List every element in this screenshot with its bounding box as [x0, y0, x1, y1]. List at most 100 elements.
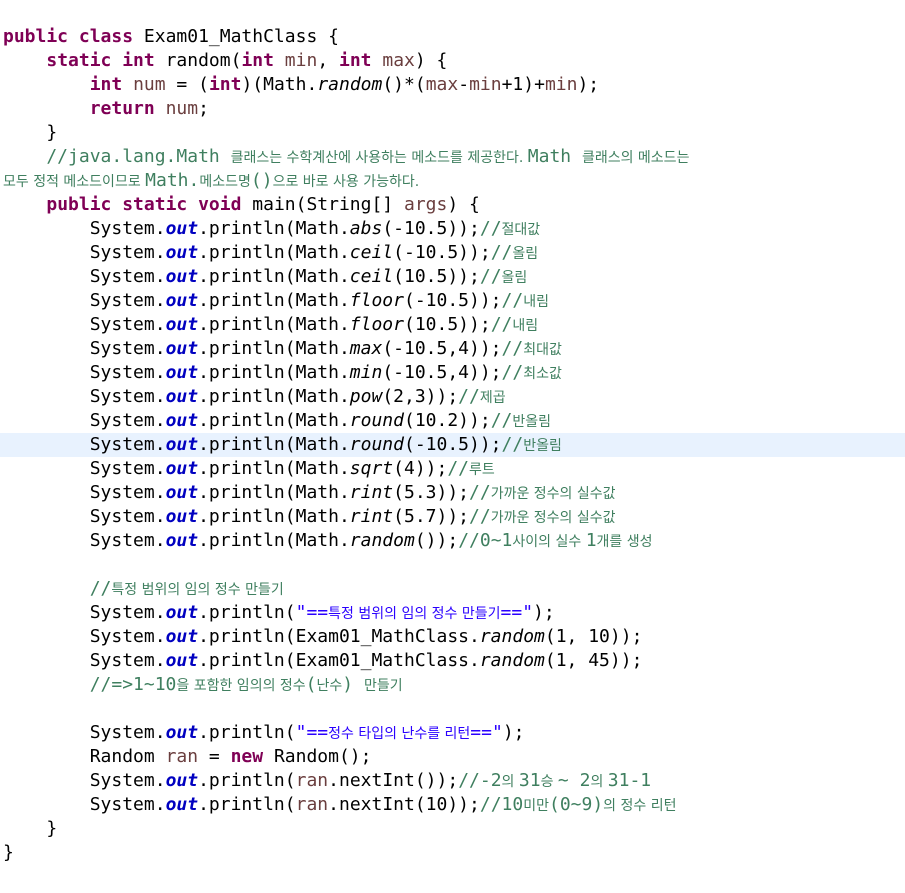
code-token: ran — [165, 746, 199, 767]
code-token: System. — [3, 458, 166, 479]
code-line[interactable]: System.out.println(Math.round(10.2));//반… — [0, 409, 905, 433]
code-token: //java.lang.Math — [3, 146, 231, 167]
code-token: // — [458, 386, 480, 407]
code-token: // — [501, 434, 524, 455]
code-line[interactable]: System.out.println("==정수 타입의 난수를 리턴=="); — [0, 721, 905, 745]
code-token: System. — [3, 410, 166, 431]
code-token: } — [3, 818, 58, 839]
code-line[interactable]: System.out.println(Math.sqrt(4));//루트 — [0, 457, 905, 481]
code-token: 내림 — [512, 318, 539, 334]
code-line[interactable]: int num = (int)(Math.random()*(max-min+1… — [0, 73, 905, 97]
code-token: round — [349, 434, 404, 455]
code-token: rint — [349, 506, 394, 527]
code-line[interactable]: //=>1~10을 포함한 임의의 정수(난수) 만들기 — [0, 673, 905, 697]
code-token: // — [479, 266, 502, 287]
code-token: out — [165, 794, 199, 815]
code-token: 루트 — [469, 462, 495, 478]
code-token: 정수 타입의 난수를 리턴 — [328, 726, 471, 742]
code-token: 특정 범위의 임의 정수 만들기 — [328, 606, 501, 622]
code-token: System. — [3, 218, 166, 239]
code-token: rint — [349, 482, 394, 503]
code-line[interactable]: } — [0, 841, 905, 865]
code-token: out — [165, 314, 199, 335]
code-token: // — [490, 242, 513, 263]
code-token: .println( — [198, 794, 296, 815]
code-line[interactable]: System.out.println(Math.floor(10.5));//내… — [0, 313, 905, 337]
code-token: random — [317, 74, 383, 95]
code-line[interactable]: System.out.println(Exam01_MathClass.rand… — [0, 649, 905, 673]
code-token: Exam01_MathClass { — [143, 26, 339, 47]
code-token: 난수 — [316, 678, 343, 694]
code-token: ceil — [349, 266, 394, 287]
code-line[interactable]: //java.lang.Math 클래스는 수학계산에 사용하는 메소드를 제공… — [0, 145, 905, 169]
code-token: .println(Math. — [198, 266, 350, 287]
code-line[interactable]: //특정 범위의 임의 정수 만들기 — [0, 577, 905, 601]
code-line[interactable]: 모두 정적 메소드이므로 Math.메소드명()으로 바로 사용 가능하다. — [0, 169, 905, 193]
code-line[interactable]: System.out.println(Math.ceil(-10.5));//올… — [0, 241, 905, 265]
code-token: Math. — [145, 170, 200, 191]
code-line[interactable]: } — [0, 817, 905, 841]
code-line[interactable]: System.out.println(Math.rint(5.7));//가까운… — [0, 505, 905, 529]
code-token: num — [165, 98, 199, 119]
code-token: static int — [46, 50, 166, 71]
code-line[interactable]: System.out.println("==특정 범위의 임의 정수 만들기==… — [0, 601, 905, 625]
code-token: .println(Math. — [198, 530, 350, 551]
code-token: int — [241, 50, 285, 71]
code-token: (-10.5,4)); — [382, 362, 502, 383]
code-token: .println(Math. — [198, 314, 350, 335]
code-line[interactable] — [0, 697, 905, 721]
code-line[interactable]: System.out.println(Math.random());//0~1사… — [0, 529, 905, 553]
code-line[interactable]: static int random(int min, int max) { — [0, 49, 905, 73]
code-token: 클래스의 메소드는 — [581, 150, 690, 166]
code-token: pow — [349, 386, 383, 407]
code-token: ) { — [447, 194, 480, 215]
code-line[interactable]: System.out.println(Exam01_MathClass.rand… — [0, 625, 905, 649]
code-line[interactable] — [0, 553, 905, 577]
code-token: System. — [3, 794, 166, 815]
code-token: .println(Math. — [198, 242, 350, 263]
code-token: .println(Math. — [198, 290, 350, 311]
code-token: 내림 — [523, 294, 549, 310]
code-token: 31-1 — [607, 770, 652, 791]
code-token: sqrt — [349, 458, 394, 479]
code-token: min — [469, 74, 502, 95]
code-line[interactable]: System.out.println(Math.max(-10.5,4));//… — [0, 337, 905, 361]
code-line[interactable]: System.out.println(Math.abs(-10.5));//절대… — [0, 217, 905, 241]
code-token: out — [165, 242, 199, 263]
code-line[interactable]: System.out.println(Math.floor(-10.5));//… — [0, 289, 905, 313]
code-token: out — [165, 290, 199, 311]
code-token: (-10.5)); — [382, 218, 480, 239]
code-token: ( — [305, 674, 317, 695]
code-token: int — [89, 74, 134, 95]
code-token: System. — [3, 506, 166, 527]
code-token: System. — [3, 290, 166, 311]
code-token: // — [501, 362, 524, 383]
code-editor[interactable]: public class Exam01_MathClass { static i… — [0, 25, 905, 865]
code-line[interactable]: System.out.println(Math.pow(2,3));//제곱 — [0, 385, 905, 409]
code-line[interactable]: } — [0, 121, 905, 145]
code-line[interactable]: System.out.println(Math.ceil(10.5));//올림 — [0, 265, 905, 289]
code-token: out — [165, 434, 199, 455]
code-line[interactable]: public static void main(String[] args) { — [0, 193, 905, 217]
code-line[interactable]: System.out.println(ran.nextInt(10));//10… — [0, 793, 905, 817]
code-token: (5.7)); — [393, 506, 470, 527]
code-token: max — [349, 338, 383, 359]
code-token: 메소드명 — [199, 174, 251, 190]
code-token: (0~9) — [548, 794, 604, 815]
code-token: .println(Math. — [198, 482, 350, 503]
code-line[interactable]: System.out.println(ran.nextInt());//-2의 … — [0, 769, 905, 793]
code-token: System. — [3, 770, 166, 791]
code-token: (-10.5)); — [403, 434, 502, 455]
code-line[interactable]: System.out.println(Math.rint(5.3));//가까운… — [0, 481, 905, 505]
code-token: ; — [198, 98, 209, 119]
code-line[interactable]: Random ran = new Random(); — [0, 745, 905, 769]
code-token: = ( — [165, 74, 209, 95]
code-token: min — [284, 50, 318, 71]
code-line[interactable]: public class Exam01_MathClass { — [0, 25, 905, 49]
code-token: = — [198, 746, 231, 767]
code-token: max — [382, 50, 415, 71]
current-code-line[interactable]: System.out.println(Math.round(-10.5));//… — [0, 433, 905, 457]
code-token: floor — [349, 290, 404, 311]
code-line[interactable]: return num; — [0, 97, 905, 121]
code-line[interactable]: System.out.println(Math.min(-10.5,4));//… — [0, 361, 905, 385]
